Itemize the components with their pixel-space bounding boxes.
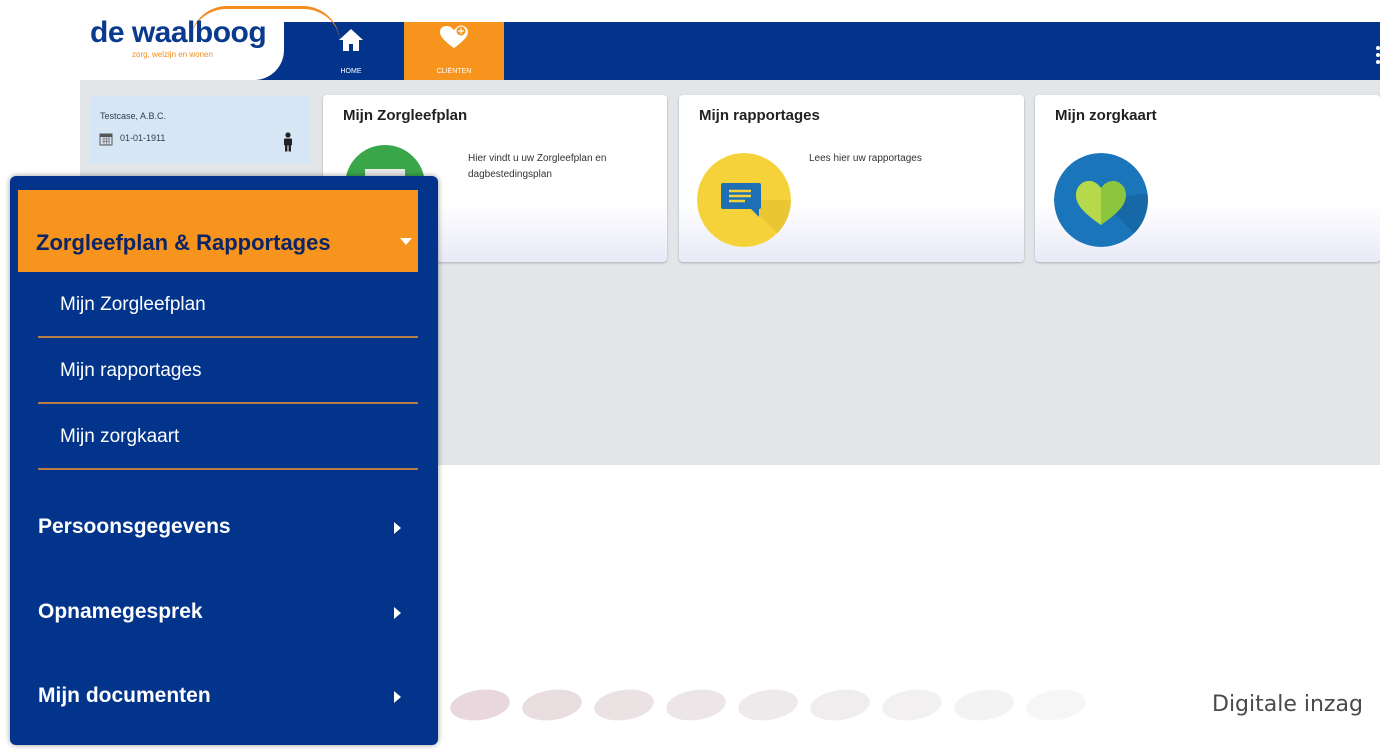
menu-item-label: Mijn rapportages: [60, 360, 202, 381]
heart-icon: [1054, 153, 1148, 247]
tile-mijn-rapportages[interactable]: Mijn rapportages Lees hier uw rapportage…: [679, 95, 1024, 262]
menu-item-mijn-documenten[interactable]: Mijn documenten: [38, 678, 418, 718]
decorative-dot: [520, 685, 584, 725]
menu-item-label: Mijn documenten: [38, 684, 211, 707]
decorative-dot: [808, 685, 872, 725]
tile-title: Mijn zorgkaart: [1055, 107, 1157, 124]
tile-description: Hier vindt u uw Zorgleefplan en dagbeste…: [468, 153, 607, 180]
logo-text: de waalboog: [90, 16, 267, 49]
menu-item-mijn-rapportages[interactable]: Mijn rapportages: [38, 338, 418, 404]
menu-item-label: Opnamegesprek: [38, 600, 203, 623]
tile-title: Mijn rapportages: [699, 107, 820, 124]
calendar-icon: [99, 133, 113, 146]
nav-home-button[interactable]: HOME: [322, 22, 380, 80]
patient-dob: 01-01-1911: [120, 133, 166, 143]
logo-tagline: zorg, welzijn en wonen: [132, 50, 213, 59]
home-icon: [339, 29, 363, 51]
nav-clienten-button[interactable]: CLIËNTEN: [404, 22, 504, 80]
decorative-dot: [880, 685, 944, 725]
caret-right-icon: [394, 691, 401, 703]
tile-mijn-zorgkaart[interactable]: Mijn zorgkaart: [1035, 95, 1380, 262]
heart-plus-icon: [440, 25, 468, 48]
nav-home-label: HOME: [340, 68, 362, 75]
sidebar-menu: Zorgleefplan & Rapportages Mijn Zorgleef…: [10, 176, 438, 745]
caret-down-icon: [400, 238, 412, 245]
patient-card: Testcase, A.B.C. 01-01-1911: [90, 96, 310, 164]
person-icon: [284, 132, 292, 152]
menu-section-header-label: Zorgleefplan & Rapportages: [36, 230, 331, 255]
patient-name: Testcase, A.B.C.: [100, 111, 167, 121]
tile-description: Lees hier uw rapportages: [809, 153, 922, 164]
decorative-dot: [952, 685, 1016, 725]
logo[interactable]: de waalboog zorg, welzijn en wonen: [80, 0, 340, 80]
menu-item-opnamegesprek[interactable]: Opnamegesprek: [38, 594, 418, 634]
caret-right-icon: [394, 607, 401, 619]
divider: [38, 468, 418, 470]
menu-item-label: Mijn zorgkaart: [60, 426, 180, 447]
menu-item-persoonsgegevens[interactable]: Persoonsgegevens: [38, 509, 418, 549]
chat-message-icon: [697, 153, 791, 247]
menu-item-mijn-zorgleefplan[interactable]: Mijn Zorgleefplan: [38, 272, 418, 338]
menu-item-mijn-zorgkaart[interactable]: Mijn zorgkaart: [38, 404, 418, 470]
caret-right-icon: [394, 522, 401, 534]
decorative-dot: [1024, 685, 1088, 725]
decorative-dot: [736, 685, 800, 725]
decorative-dot: [664, 685, 728, 725]
more-menu-icon[interactable]: [1376, 46, 1380, 67]
nav-clienten-label: CLIËNTEN: [436, 68, 472, 75]
menu-item-label: Persoonsgegevens: [38, 515, 231, 538]
menu-section-header[interactable]: Zorgleefplan & Rapportages: [18, 190, 418, 272]
menu-item-label: Mijn Zorgleefplan: [60, 294, 206, 315]
tile-title: Mijn Zorgleefplan: [343, 107, 468, 124]
decorative-dot: [592, 685, 656, 725]
footer-text: Digitale inzag: [1212, 692, 1363, 717]
decorative-dot: [448, 685, 512, 725]
